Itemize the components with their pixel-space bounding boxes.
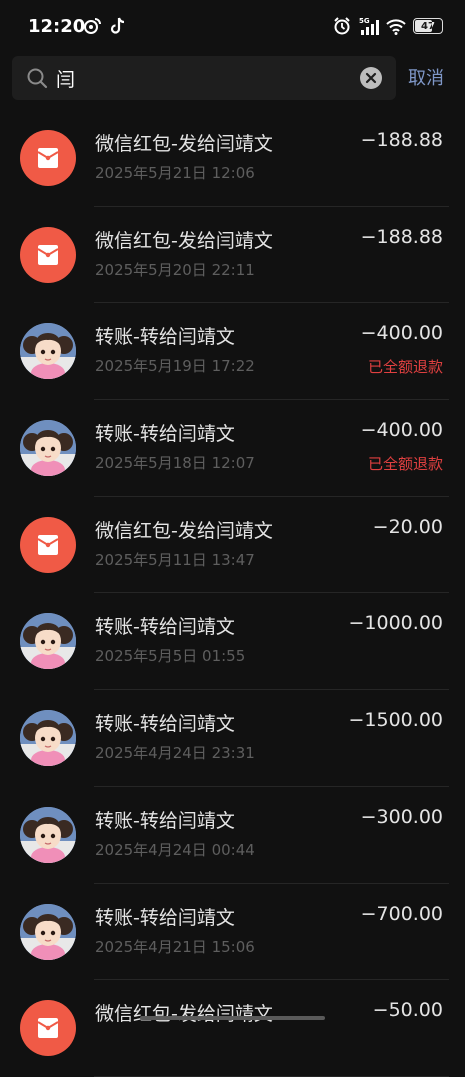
transaction-row[interactable]: 转账-转给闫靖文 2025年4月24日 23:31 −1500.00 xyxy=(0,690,465,787)
wifi-icon xyxy=(386,16,406,36)
user-avatar xyxy=(20,613,76,669)
search-icon xyxy=(26,67,48,89)
red-packet-icon xyxy=(35,532,61,558)
status-system-icons: 5G 47 xyxy=(332,16,443,36)
transaction-title: 微信红包-发给闫靖文 xyxy=(95,129,273,156)
transaction-date: 2025年4月24日 23:31 xyxy=(95,742,255,763)
transaction-amount: −400.00 xyxy=(361,419,443,441)
transaction-amount: −188.88 xyxy=(361,226,443,248)
transaction-date: 2025年5月21日 12:06 xyxy=(95,162,255,183)
red-packet-icon xyxy=(35,1015,61,1041)
user-avatar xyxy=(20,420,76,476)
transaction-date: 2025年4月24日 00:44 xyxy=(95,839,255,860)
user-avatar xyxy=(20,807,76,863)
user-avatar xyxy=(20,904,76,960)
battery-level: 47 xyxy=(421,21,435,32)
tiktok-icon xyxy=(108,16,128,36)
user-avatar-icon xyxy=(20,904,76,960)
transaction-list: 微信红包-发给闫靖文2025年5月21日 12:06−188.88微信红包-发给… xyxy=(0,110,465,1077)
transaction-amount: −188.88 xyxy=(361,129,443,151)
transaction-row[interactable]: 微信红包-发给闫靖文 −50.00 xyxy=(0,980,465,1077)
refund-status: 已全额退款 xyxy=(368,453,443,474)
transaction-row[interactable]: 微信红包-发给闫靖文 2025年5月11日 13:47 −20.00 xyxy=(0,497,465,594)
transaction-row[interactable]: 转账-转给闫靖文 2025年5月5日 01:55 −1000.00 xyxy=(0,593,465,690)
transaction-amount: −50.00 xyxy=(373,999,443,1021)
transaction-title: 微信红包-发给闫靖文 xyxy=(95,999,273,1026)
transaction-date: 2025年5月18日 12:07 xyxy=(95,452,255,473)
red-packet-avatar xyxy=(20,1000,76,1056)
search-bar: 取消 xyxy=(0,52,465,104)
transaction-title: 转账-转给闫靖文 xyxy=(95,903,235,930)
red-packet-avatar xyxy=(20,130,76,186)
transaction-amount: −300.00 xyxy=(361,806,443,828)
svg-text:5G: 5G xyxy=(359,17,370,25)
transaction-title: 转账-转给闫靖文 xyxy=(95,612,235,639)
transaction-title: 转账-转给闫靖文 xyxy=(95,709,235,736)
transaction-row[interactable]: 微信红包-发给闫靖文 2025年5月20日 22:11 −188.88 xyxy=(0,207,465,304)
user-avatar-icon xyxy=(20,420,76,476)
transaction-amount: −1000.00 xyxy=(349,612,444,634)
transaction-title: 微信红包-发给闫靖文 xyxy=(95,516,273,543)
status-time: 12:20 xyxy=(28,16,85,37)
red-packet-avatar xyxy=(20,517,76,573)
user-avatar-icon xyxy=(20,613,76,669)
red-packet-avatar xyxy=(20,227,76,283)
transaction-date: 2025年5月19日 17:22 xyxy=(95,355,255,376)
user-avatar-icon xyxy=(20,807,76,863)
weibo-icon xyxy=(82,16,102,36)
transaction-date: 2025年5月11日 13:47 xyxy=(95,549,255,570)
user-avatar xyxy=(20,323,76,379)
user-avatar-icon xyxy=(20,323,76,379)
search-box[interactable] xyxy=(12,56,396,100)
transaction-amount: −400.00 xyxy=(361,322,443,344)
search-input[interactable] xyxy=(56,62,356,94)
red-packet-icon xyxy=(35,242,61,268)
transaction-amount: −20.00 xyxy=(373,516,443,538)
cancel-button[interactable]: 取消 xyxy=(408,64,444,90)
refund-status: 已全额退款 xyxy=(368,356,443,377)
home-indicator[interactable] xyxy=(140,1016,325,1020)
clear-search-button[interactable] xyxy=(360,67,382,89)
battery-icon: 47 xyxy=(413,18,443,34)
transaction-amount: −700.00 xyxy=(361,903,443,925)
transaction-title: 转账-转给闫靖文 xyxy=(95,419,235,446)
transaction-row[interactable]: 转账-转给闫靖文 2025年5月19日 17:22 −400.00 已全额退款 xyxy=(0,303,465,400)
transaction-date: 2025年5月5日 01:55 xyxy=(95,645,245,666)
alarm-icon xyxy=(332,16,352,36)
transaction-title: 微信红包-发给闫靖文 xyxy=(95,226,273,253)
user-avatar xyxy=(20,710,76,766)
transaction-title: 转账-转给闫靖文 xyxy=(95,322,235,349)
transaction-date: 2025年5月20日 22:11 xyxy=(95,259,255,280)
transaction-title: 转账-转给闫靖文 xyxy=(95,806,235,833)
red-packet-icon xyxy=(35,145,61,171)
transaction-row[interactable]: 转账-转给闫靖文 2025年4月21日 15:06 −700.00 xyxy=(0,884,465,981)
user-avatar-icon xyxy=(20,710,76,766)
transaction-row[interactable]: 微信红包-发给闫靖文 2025年5月21日 12:06 −188.88 xyxy=(0,110,465,207)
transaction-amount: −1500.00 xyxy=(349,709,444,731)
close-icon xyxy=(365,72,377,84)
transaction-row[interactable]: 转账-转给闫靖文 2025年4月24日 00:44 −300.00 xyxy=(0,787,465,884)
transaction-date: 2025年4月21日 15:06 xyxy=(95,936,255,957)
status-bar: 12:20 5G xyxy=(0,0,465,52)
transaction-row[interactable]: 转账-转给闫靖文 2025年5月18日 12:07 −400.00 已全额退款 xyxy=(0,400,465,497)
cellular-signal-icon: 5G xyxy=(359,16,379,36)
status-notification-icons xyxy=(82,16,128,36)
